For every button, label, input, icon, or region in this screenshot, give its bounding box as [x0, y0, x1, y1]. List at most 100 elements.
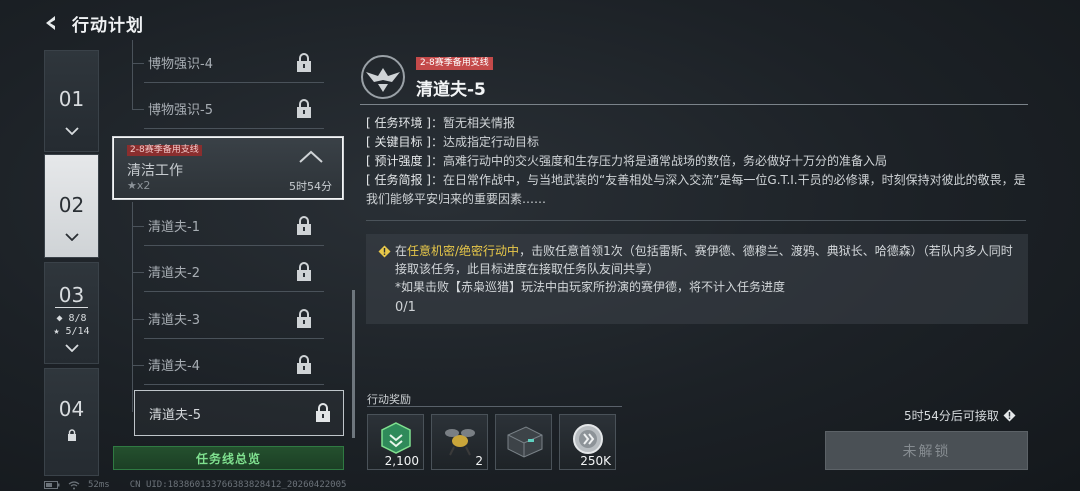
season-tag: 2-8赛季备用支线 [127, 145, 202, 156]
chapter-tab-02[interactable]: 02 [44, 154, 99, 258]
mission-list-scrollbar[interactable] [352, 290, 355, 438]
info-row-environment: [ 任务环境 ]：暂无相关情报 [366, 114, 1026, 133]
chapter-rail: 01 02 03 ◆ 8/8 ★ 5/14 04 [44, 50, 99, 476]
info-key: [ 任务环境 ] [366, 116, 431, 130]
battery-icon [44, 481, 60, 489]
lock-icon [297, 52, 311, 72]
status-bar: 52ms CN UID:183860133766383828412_202604… [44, 480, 346, 490]
mission-label: 清道夫-5 [149, 407, 201, 423]
tree-branch [132, 226, 144, 227]
mission-group-card[interactable]: 2-8赛季备用支线 清洁工作 ★x2 5时54分 [112, 136, 344, 200]
mission-item[interactable]: 清道夫-3 [144, 299, 324, 339]
objective-progress: 0/1 [395, 300, 416, 315]
reward-amount: 250K [580, 454, 611, 468]
mission-label: 清道夫-1 [148, 220, 200, 235]
mission-line-overview-button[interactable]: 任务线总览 [113, 446, 344, 470]
tree-branch [132, 272, 144, 273]
mission-info: [ 任务环境 ]：暂无相关情报 [ 关键目标 ]：达成指定行动目标 [ 预计强度… [366, 114, 1026, 209]
info-value: ：达成指定行动目标 [431, 135, 540, 149]
tree-branch [132, 319, 144, 320]
objective-highlight: 任意机密/绝密行动中 [407, 244, 520, 258]
back-arrow-icon[interactable] [40, 12, 62, 34]
info-row-intensity: [ 预计强度 ]：高难行动中的交火强度和生存压力将是通常战场的数倍，务必做好十万… [366, 152, 1026, 171]
eagle-emblem-icon [361, 55, 405, 99]
objective-prefix: 在 [395, 244, 408, 258]
divider [360, 104, 1028, 105]
mission-item[interactable]: 清道夫-1 [144, 206, 324, 246]
lock-icon [297, 215, 311, 235]
mission-label: 清道夫-3 [148, 313, 200, 328]
ping-readout: 52ms [88, 480, 110, 490]
divider [367, 406, 622, 407]
reward-item[interactable]: 2,100 [367, 414, 424, 470]
rewards-label: 行动奖励 [367, 393, 411, 406]
chapter-number: 02 [58, 193, 85, 217]
chapter-diamond-stat: ◆ 8/8 [56, 313, 87, 324]
group-timer: 5时54分 [289, 180, 332, 193]
season-tag: 2-8赛季备用支线 [416, 57, 493, 70]
uid-readout: CN UID:183860133766383828412_20260422005 [129, 480, 347, 490]
lock-icon [297, 98, 311, 118]
objective-note: *如果击败【赤枭巡猎】玩法中由玩家所扮演的赛伊德，将不计入任务进度 [395, 280, 786, 294]
chapter-tab-03[interactable]: 03 ◆ 8/8 ★ 5/14 [44, 262, 99, 364]
tree-line [132, 40, 133, 110]
lock-icon [297, 354, 311, 374]
unlock-hint-text: 5时54分后可接取 [904, 409, 999, 423]
info-row-objective: [ 关键目标 ]：达成指定行动目标 [366, 133, 1026, 152]
mission-item[interactable]: 博物强识-4 [144, 43, 324, 83]
info-value: ：在日常作战中，与当地武装的“友善相处与深入交流”是每一位G.T.I.干员的必修… [366, 173, 1026, 206]
page-title: 行动计划 [72, 15, 144, 36]
header: 行动计划 [40, 8, 144, 38]
info-value: ：高难行动中的交火强度和生存压力将是通常战场的数倍，务必做好十万分的准备入局 [431, 154, 888, 168]
lock-icon [297, 308, 311, 328]
mission-label: 博物强识-4 [148, 57, 213, 72]
info-key: [ 关键目标 ] [366, 135, 431, 149]
info-icon[interactable] [1003, 409, 1016, 422]
wifi-icon [68, 480, 80, 489]
chevron-down-icon [64, 233, 79, 241]
info-key: [ 预计强度 ] [366, 154, 431, 168]
group-title: 清洁工作 [127, 163, 183, 179]
objective-text: 在任意机密/绝密行动中，击败任意首领1次（包括雷斯、赛伊德、德穆兰、渡鸦、典狱长… [378, 242, 1016, 278]
tree-line [132, 202, 133, 412]
divider [366, 220, 1026, 221]
objective-box: 在任意机密/绝密行动中，击败任意首领1次（包括雷斯、赛伊德、德穆兰、渡鸦、典狱长… [366, 234, 1028, 324]
chevron-down-icon [64, 344, 79, 352]
mission-title: 清道夫-5 [416, 80, 486, 100]
locked-accept-button[interactable]: 未解锁 [825, 431, 1028, 470]
info-key: [ 任务简报 ] [366, 173, 431, 187]
unlock-hint: 5时54分后可接取 [904, 407, 1016, 424]
tree-branch [132, 63, 144, 64]
reward-item[interactable] [495, 414, 552, 470]
lock-icon [67, 429, 76, 441]
chevron-down-icon [64, 127, 79, 135]
info-value: ：暂无相关情报 [431, 116, 516, 130]
mission-list: 博物强识-4 博物强识-5 2-8赛季备用支线 清洁工作 ★x2 5时54分 清… [112, 40, 344, 440]
mission-label: 博物强识-5 [148, 103, 213, 118]
mission-item[interactable]: 博物强识-5 [144, 89, 324, 129]
mission-label: 清道夫-4 [148, 359, 200, 374]
chapter-number: 01 [58, 87, 85, 111]
mission-item-selected[interactable]: 清道夫-5 [134, 390, 344, 436]
reward-amount: 2 [475, 454, 483, 468]
warning-icon [378, 245, 391, 258]
mission-group-body: 2-8赛季备用支线 清洁工作 ★x2 5时54分 [114, 138, 342, 198]
chapter-tab-01[interactable]: 01 [44, 50, 99, 152]
reward-amount: 2,100 [384, 454, 419, 468]
group-stars: ★x2 [127, 179, 151, 192]
chapter-tab-04[interactable]: 04 [44, 368, 99, 476]
lock-icon [316, 403, 330, 422]
tree-branch [132, 109, 144, 110]
chapter-number: 04 [58, 397, 85, 421]
chapter-star-stat: ★ 5/14 [53, 326, 90, 337]
mission-item[interactable]: 清道夫-4 [144, 345, 324, 385]
tree-branch [132, 365, 144, 366]
reward-item[interactable]: 250K [559, 414, 616, 470]
mission-item[interactable]: 清道夫-2 [144, 252, 324, 292]
chapter-number: 03 [54, 283, 89, 308]
reward-item[interactable]: 2 [431, 414, 488, 470]
crate-icon [507, 426, 543, 458]
chevron-up-icon[interactable] [298, 150, 324, 164]
lock-icon [297, 261, 311, 281]
info-row-briefing: [ 任务简报 ]：在日常作战中，与当地武装的“友善相处与深入交流”是每一位G.T… [366, 171, 1026, 209]
